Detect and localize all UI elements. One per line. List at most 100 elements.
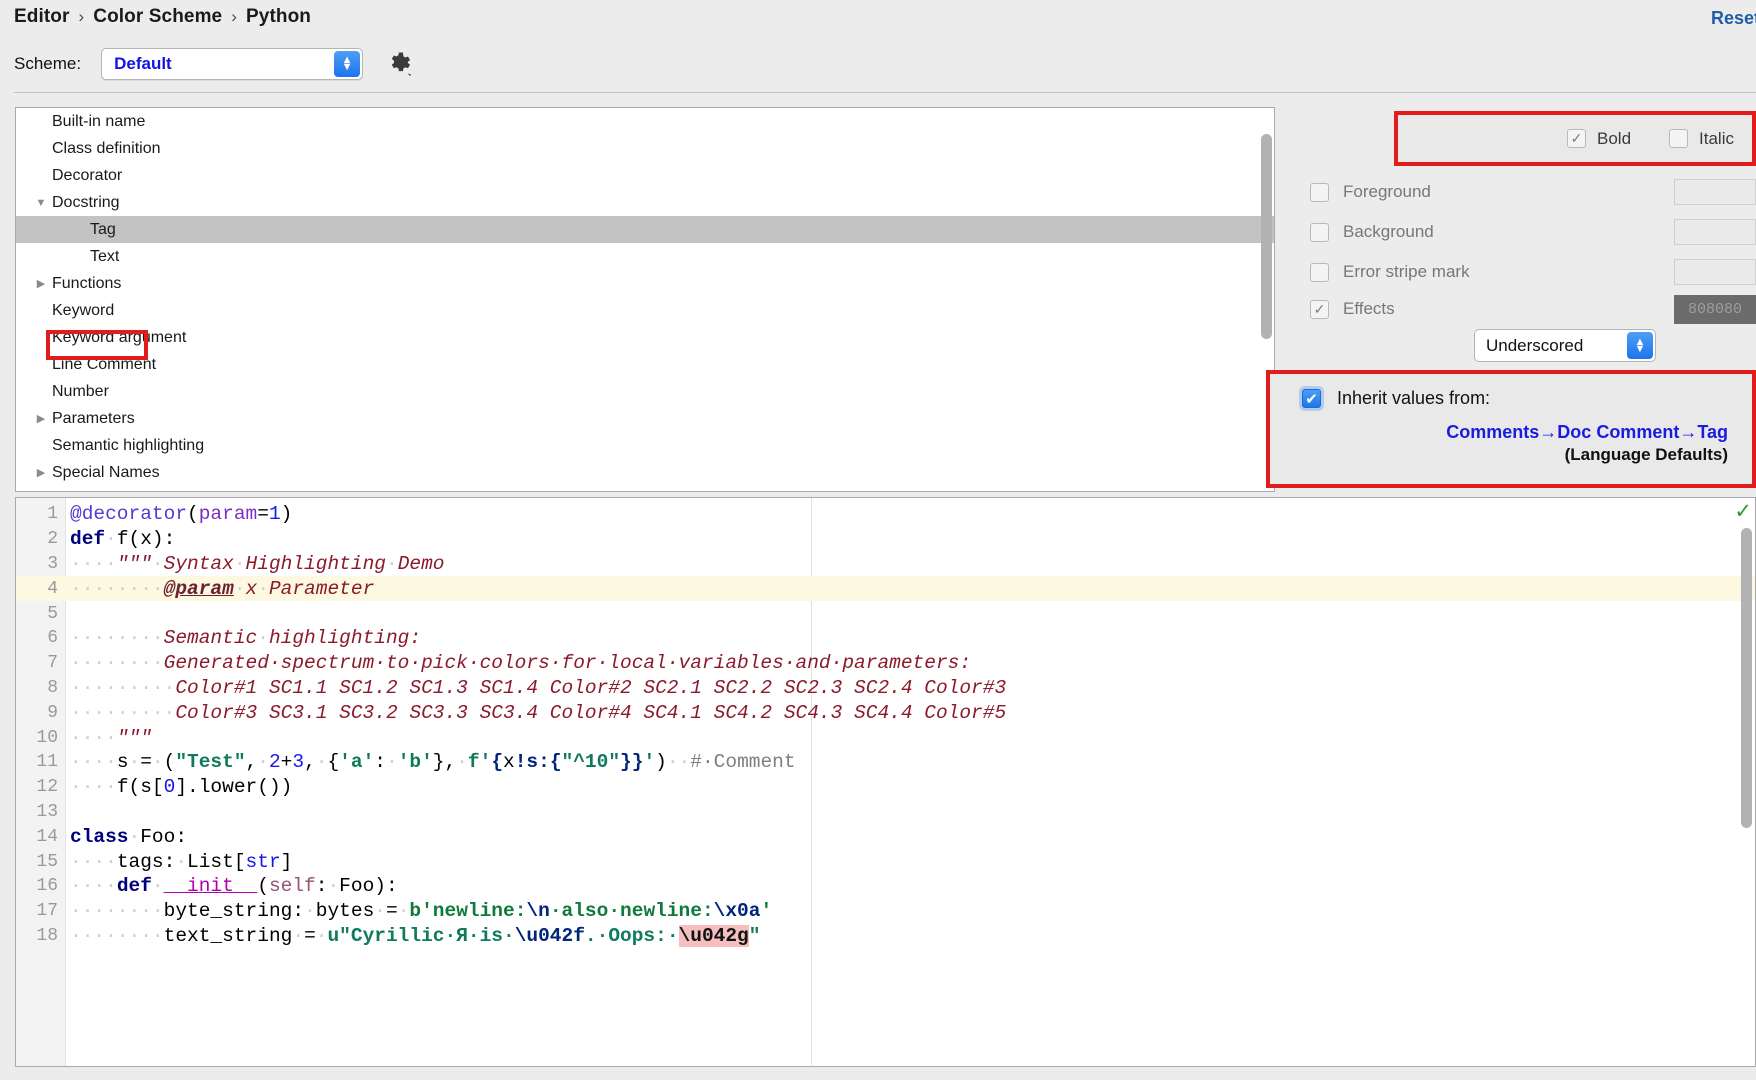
- editor-scrollbar[interactable]: [1741, 528, 1752, 1058]
- code-token: (: [257, 875, 269, 897]
- code-preview-editor[interactable]: 1@decorator(param=1)2def·f(x):3····"""·S…: [15, 497, 1756, 1067]
- tree-item-semantic-highlighting[interactable]: Semantic highlighting: [16, 432, 1274, 459]
- chevron-updown-icon[interactable]: ▲▼: [334, 51, 360, 77]
- chevron-down-icon[interactable]: ▼: [30, 197, 52, 209]
- error-stripe-mark-color-swatch[interactable]: [1674, 259, 1756, 285]
- background-color-swatch[interactable]: [1674, 219, 1756, 245]
- code-line[interactable]: 8·········Color#1 SC1.1 SC1.2 SC1.3 SC1.…: [16, 676, 1755, 701]
- code-line[interactable]: 11····s·=·("Test",·2+3,·{'a':·'b'},·f'{x…: [16, 750, 1755, 775]
- code-token: ·also·newline:: [550, 900, 714, 922]
- inherit-values-checkbox[interactable]: [1302, 389, 1321, 408]
- code-token: ·: [257, 627, 269, 649]
- effects-checkbox[interactable]: [1310, 300, 1329, 319]
- background-label: Background: [1343, 222, 1434, 242]
- code-token: ·: [129, 826, 141, 848]
- code-token: def: [70, 528, 105, 550]
- font-style-annotation-box: Bold Italic: [1394, 111, 1756, 166]
- code-line[interactable]: 2def·f(x):: [16, 527, 1755, 552]
- chevron-right-icon[interactable]: ▶: [30, 277, 52, 290]
- code-token: param: [199, 503, 258, 525]
- tree-item-keyword[interactable]: Keyword: [16, 297, 1274, 324]
- tree-item-keyword-argument[interactable]: Keyword argument: [16, 324, 1274, 351]
- breadcrumb-item-color-scheme[interactable]: Color Scheme: [93, 6, 222, 28]
- tree-item-label: Text: [90, 248, 119, 266]
- italic-option[interactable]: Italic: [1669, 129, 1734, 149]
- editor-scrollbar-thumb[interactable]: [1741, 528, 1752, 828]
- code-line[interactable]: 1@decorator(param=1): [16, 502, 1755, 527]
- tree-scrollbar-thumb[interactable]: [1261, 134, 1272, 339]
- scheme-select[interactable]: Default ▲▼: [101, 48, 363, 80]
- code-line[interactable]: 15····tags:·List[str]: [16, 849, 1755, 874]
- code-token: },: [433, 751, 456, 773]
- bold-checkbox[interactable]: [1567, 129, 1586, 148]
- tree-item-line-comment[interactable]: Line Comment: [16, 351, 1274, 378]
- code-line[interactable]: 9·········Color#3 SC3.1 SC3.2 SC3.3 SC3.…: [16, 700, 1755, 725]
- scheme-row: Scheme: Default ▲▼: [14, 48, 417, 80]
- code-line[interactable]: 12····f(s[0].lower()): [16, 775, 1755, 800]
- foreground-color-swatch[interactable]: [1674, 179, 1756, 205]
- effects-option[interactable]: Effects 808080: [1310, 289, 1756, 329]
- code-token: ): [655, 751, 667, 773]
- tree-item-label: Keyword argument: [52, 329, 186, 347]
- inherit-source-link[interactable]: Comments→Doc Comment→Tag: [1302, 422, 1734, 443]
- breadcrumb-item-editor[interactable]: Editor: [14, 6, 70, 28]
- code-token: =: [140, 751, 152, 773]
- code-token: ·: [234, 578, 246, 600]
- background-checkbox[interactable]: [1310, 223, 1329, 242]
- italic-checkbox[interactable]: [1669, 129, 1688, 148]
- code-line[interactable]: 6········Semantic·highlighting:: [16, 626, 1755, 651]
- color-settings-tree[interactable]: Built-in nameClass definitionDecorator▼D…: [15, 107, 1275, 492]
- foreground-option[interactable]: Foreground: [1310, 172, 1756, 212]
- tree-item-class-definition[interactable]: Class definition: [16, 135, 1274, 162]
- code-line[interactable]: 5: [16, 601, 1755, 626]
- chevron-right-icon[interactable]: ▶: [30, 466, 52, 479]
- code-line[interactable]: 17········byte_string:·bytes·=·b'newline…: [16, 899, 1755, 924]
- code-token: #·Comment: [690, 751, 795, 773]
- background-option[interactable]: Background: [1310, 212, 1756, 252]
- italic-label: Italic: [1699, 129, 1734, 149]
- code-token: ·: [304, 900, 316, 922]
- tree-item-parameters[interactable]: ▶Parameters: [16, 405, 1274, 432]
- green-checkmark-icon[interactable]: ✓: [1734, 501, 1752, 522]
- tree-item-docstring[interactable]: ▼Docstring: [16, 189, 1274, 216]
- code-token: s: [117, 751, 129, 773]
- line-number: 1: [16, 504, 66, 524]
- effects-color-swatch[interactable]: 808080: [1674, 295, 1756, 324]
- code-line[interactable]: 7········Generated·spectrum·to·pick·colo…: [16, 651, 1755, 676]
- tree-item-tag[interactable]: Tag: [16, 216, 1274, 243]
- code-token: =: [386, 900, 398, 922]
- breadcrumb-item-python[interactable]: Python: [246, 6, 311, 28]
- error-stripe-mark-option[interactable]: Error stripe mark: [1310, 252, 1756, 292]
- code-token: ········: [70, 925, 164, 947]
- code-lines[interactable]: 1@decorator(param=1)2def·f(x):3····"""·S…: [16, 502, 1755, 948]
- tree-item-number[interactable]: Number: [16, 378, 1274, 405]
- code-line[interactable]: 3····"""·Syntax·Highlighting·Demo: [16, 552, 1755, 577]
- reset-link[interactable]: Reset: [1711, 8, 1756, 29]
- inherit-values-option[interactable]: Inherit values from:: [1302, 388, 1734, 409]
- code-token: ,: [304, 751, 316, 773]
- code-line-text: @decorator(param=1): [66, 503, 292, 525]
- code-line[interactable]: 14class·Foo:: [16, 824, 1755, 849]
- code-token: ····: [70, 751, 117, 773]
- code-line[interactable]: 18········text_string·=·u"Cyrillic·Я·is·…: [16, 924, 1755, 949]
- code-line[interactable]: 4········@param·x·Parameter: [16, 576, 1755, 601]
- code-line[interactable]: 16····def·__init__(self:·Foo):: [16, 874, 1755, 899]
- error-stripe-mark-checkbox[interactable]: [1310, 263, 1329, 282]
- effect-type-select[interactable]: Underscored ▲▼: [1474, 329, 1656, 362]
- tree-item-text[interactable]: Text: [16, 243, 1274, 270]
- tree-item-special-names[interactable]: ▶Special Names: [16, 459, 1274, 486]
- tree-item-decorator[interactable]: Decorator: [16, 162, 1274, 189]
- line-number: 6: [16, 628, 66, 648]
- chevron-updown-icon[interactable]: ▲▼: [1627, 332, 1653, 359]
- foreground-checkbox[interactable]: [1310, 183, 1329, 202]
- code-token: List[: [187, 851, 246, 873]
- code-line[interactable]: 10····""": [16, 725, 1755, 750]
- tree-item-built-in-name[interactable]: Built-in name: [16, 108, 1274, 135]
- tree-item-functions[interactable]: ▶Functions: [16, 270, 1274, 297]
- bold-option[interactable]: Bold: [1567, 129, 1631, 149]
- code-token: str: [246, 851, 281, 873]
- code-line[interactable]: 13: [16, 800, 1755, 825]
- gear-icon[interactable]: [387, 49, 417, 79]
- code-token: !s:: [515, 751, 550, 773]
- chevron-right-icon[interactable]: ▶: [30, 412, 52, 425]
